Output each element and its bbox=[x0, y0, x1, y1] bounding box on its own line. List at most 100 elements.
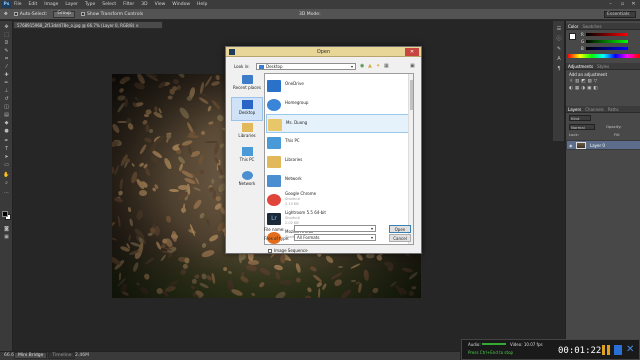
place-this-pc[interactable]: This PC bbox=[231, 145, 263, 169]
file-list-item[interactable]: OneDrive bbox=[266, 76, 409, 95]
files-of-type-dropdown[interactable]: All Formats ▾ bbox=[294, 234, 376, 241]
lasso-tool-icon[interactable]: ᘐ bbox=[3, 41, 10, 46]
type-tool-icon[interactable]: T bbox=[3, 147, 10, 152]
place-recent[interactable]: Recent places bbox=[231, 73, 263, 97]
file-list-item[interactable]: Network bbox=[266, 171, 409, 190]
bottom-tab-timeline[interactable]: Timeline bbox=[48, 352, 76, 359]
tab-channels[interactable]: Channels bbox=[585, 107, 604, 112]
pen-tool-icon[interactable]: ✒ bbox=[3, 139, 10, 144]
scrollbar-thumb[interactable] bbox=[410, 80, 413, 110]
character-panel-icon[interactable]: A bbox=[556, 57, 562, 62]
tab-color[interactable]: Color bbox=[568, 24, 578, 29]
workspace-dropdown[interactable]: Essentials bbox=[604, 11, 636, 18]
crop-tool-icon[interactable]: ⌗ bbox=[3, 57, 10, 62]
menu-window[interactable]: Window bbox=[172, 2, 190, 7]
bottom-tab-mini-bridge[interactable]: Mini Bridge bbox=[14, 352, 48, 359]
place-desktop[interactable]: Desktop bbox=[231, 97, 263, 121]
open-button[interactable]: Open bbox=[389, 225, 411, 233]
layer-row[interactable]: ◉ Layer 0 bbox=[566, 140, 640, 150]
tab-styles[interactable]: Styles bbox=[597, 64, 609, 69]
paragraph-panel-icon[interactable]: ¶ bbox=[556, 67, 562, 72]
minimize-icon[interactable]: – bbox=[605, 0, 616, 9]
maximize-icon[interactable]: ▫ bbox=[617, 0, 628, 9]
menu-file[interactable]: File bbox=[14, 2, 22, 7]
group-dropdown[interactable]: Group bbox=[53, 10, 76, 18]
history-panel-icon[interactable]: ☰ bbox=[556, 27, 562, 32]
blur-tool-icon[interactable]: ◆ bbox=[3, 121, 10, 126]
menu-help[interactable]: Help bbox=[197, 2, 207, 7]
layer-filter-kind[interactable]: Kind bbox=[569, 115, 591, 121]
dialog-titlebar[interactable]: Open ✕ bbox=[226, 47, 421, 57]
color-spectrum[interactable] bbox=[568, 54, 639, 58]
file-list-scrollbar[interactable] bbox=[408, 74, 413, 244]
file-list-item[interactable]: Libraries bbox=[266, 152, 409, 171]
preview-icon[interactable]: ▣ bbox=[410, 63, 415, 69]
layer-name[interactable]: Layer 0 bbox=[590, 143, 605, 148]
file-list-item[interactable]: Homegroup bbox=[266, 95, 409, 114]
document-tab[interactable]: 5768915968_2f13dd478e_o.jpg @ 66.7% (Lay… bbox=[13, 21, 163, 29]
place-network[interactable]: Network bbox=[231, 169, 263, 193]
healing-tool-icon[interactable]: ✚ bbox=[3, 73, 10, 78]
menu-select[interactable]: Select bbox=[102, 2, 116, 7]
marquee-tool-icon[interactable]: ⬚ bbox=[3, 33, 10, 38]
tab-swatches[interactable]: Swatches bbox=[582, 24, 601, 29]
brush-panel-icon[interactable]: ✎ bbox=[556, 47, 562, 52]
quick-select-tool-icon[interactable]: ✎ bbox=[3, 49, 10, 54]
file-list-item[interactable]: Ms. Duong bbox=[266, 114, 409, 133]
pause-icon[interactable] bbox=[602, 345, 610, 355]
cancel-button[interactable]: Cancel bbox=[389, 234, 411, 242]
image-sequence-row[interactable]: Image Sequence bbox=[268, 248, 308, 253]
file-list[interactable]: OneDrive Homegroup Ms. Duong This PC Librari… bbox=[264, 73, 414, 245]
hand-tool-icon[interactable]: ✋ bbox=[3, 173, 10, 178]
eyedropper-tool-icon[interactable]: ⁄ bbox=[3, 65, 10, 70]
back-icon[interactable]: ◉ bbox=[360, 63, 364, 69]
foreground-color-swatch[interactable] bbox=[2, 211, 8, 217]
view-menu-icon[interactable]: ▦ bbox=[384, 63, 389, 69]
move-tool-icon[interactable]: ✥ bbox=[3, 25, 10, 30]
zoom-tool-icon[interactable]: ⌕ bbox=[3, 181, 10, 186]
image-sequence-checkbox[interactable] bbox=[268, 248, 272, 253]
move-tool-icon[interactable]: ✥ bbox=[4, 12, 8, 17]
menu-filter[interactable]: Filter bbox=[123, 2, 134, 7]
path-select-tool-icon[interactable]: ➤ bbox=[3, 155, 10, 160]
slider-g[interactable] bbox=[586, 40, 628, 43]
menu-edit[interactable]: Edit bbox=[29, 2, 38, 7]
blend-mode-dropdown[interactable]: Normal bbox=[569, 124, 595, 130]
extra-tools-icon[interactable]: ⋯ bbox=[3, 191, 10, 196]
adjustment-icons[interactable]: ☼▥◩▧▽ bbox=[569, 79, 599, 84]
shape-tool-icon[interactable]: ▭ bbox=[3, 163, 10, 168]
adjustment-icons-row-2[interactable]: ◐▦◑▣◧ bbox=[569, 86, 600, 91]
look-in-dropdown[interactable]: Desktop ▾ bbox=[256, 63, 356, 70]
eye-icon[interactable]: ◉ bbox=[569, 143, 573, 148]
tab-adjustments[interactable]: Adjustments bbox=[568, 64, 593, 69]
properties-panel-icon[interactable]: ⓘ bbox=[556, 37, 562, 42]
close-icon[interactable]: ✕ bbox=[628, 0, 639, 9]
eraser-tool-icon[interactable]: ◫ bbox=[3, 105, 10, 110]
show-transform-checkbox[interactable]: Show Transform Controls bbox=[81, 12, 143, 17]
color-swatches[interactable] bbox=[2, 211, 11, 220]
file-list-item[interactable]: Google Chrome Shortcut 2.15 KB bbox=[266, 190, 409, 209]
place-libraries[interactable]: Libraries bbox=[231, 121, 263, 145]
slider-b[interactable] bbox=[586, 47, 628, 50]
gradient-tool-icon[interactable]: ▤ bbox=[3, 113, 10, 118]
dialog-close-button[interactable]: ✕ bbox=[405, 48, 419, 56]
slider-r[interactable] bbox=[586, 33, 628, 36]
file-list-item[interactable]: This PC bbox=[266, 133, 409, 152]
screen-mode-icon[interactable]: ▣ bbox=[3, 235, 10, 240]
history-brush-tool-icon[interactable]: ↺ bbox=[3, 97, 10, 102]
tab-layers[interactable]: Layers bbox=[568, 107, 581, 112]
close-recorder-icon[interactable]: ✕ bbox=[626, 345, 634, 355]
file-name-input[interactable]: ▾ bbox=[294, 225, 376, 232]
dodge-tool-icon[interactable]: ● bbox=[3, 129, 10, 134]
clone-stamp-tool-icon[interactable]: ⊥ bbox=[3, 89, 10, 94]
new-folder-icon[interactable]: ✦ bbox=[376, 63, 380, 69]
menu-layer[interactable]: Layer bbox=[65, 2, 78, 7]
tab-paths[interactable]: Paths bbox=[608, 107, 619, 112]
color-panel-swatch[interactable] bbox=[569, 33, 576, 40]
up-folder-icon[interactable]: ▲ bbox=[368, 63, 372, 69]
menu-image[interactable]: Image bbox=[44, 2, 58, 7]
menu-3d[interactable]: 3D bbox=[141, 2, 147, 7]
quick-mask-icon[interactable]: ◙ bbox=[3, 227, 10, 232]
brush-tool-icon[interactable]: ✏ bbox=[3, 81, 10, 86]
menu-type[interactable]: Type bbox=[85, 2, 95, 7]
